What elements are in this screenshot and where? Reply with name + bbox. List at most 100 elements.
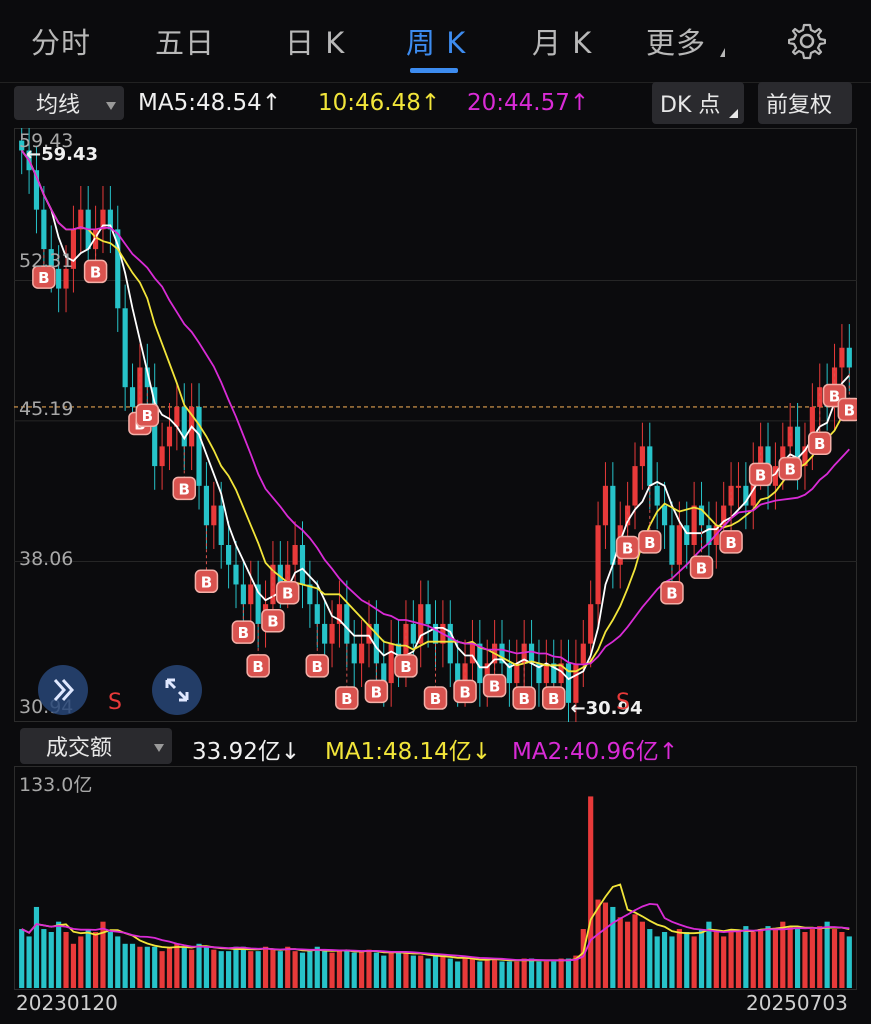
candle-body (543, 663, 549, 684)
tab-weekly-k[interactable]: 周 K (406, 20, 466, 62)
volume-chart[interactable] (14, 766, 857, 990)
volume-bar (551, 961, 557, 988)
volume-bar (366, 949, 372, 988)
volume-bar (63, 932, 69, 988)
volume-bar (70, 943, 77, 988)
buy-signal-label: B (644, 534, 655, 552)
volume-bar (750, 932, 756, 988)
buy-signal-label: B (430, 690, 441, 708)
tab-five-day[interactable]: 五日 (155, 20, 215, 62)
fullscreen-button[interactable] (152, 665, 202, 715)
volume-bar (462, 958, 468, 988)
candle-body (122, 308, 128, 388)
volume-bar (115, 936, 121, 988)
volume-bar (181, 946, 187, 988)
end-date-label: 20250703 (746, 991, 848, 1015)
ma10-readout: 10:46.48↑ (318, 90, 441, 116)
volume-bar (698, 929, 705, 988)
volume-bar (514, 961, 520, 988)
buy-signal-label: B (696, 559, 707, 577)
expand-right-button[interactable] (38, 665, 88, 715)
tab-intraday[interactable]: 分时 (31, 20, 91, 62)
volume-bar (654, 936, 660, 988)
volume-bar (255, 951, 261, 988)
volume-bar (780, 921, 786, 988)
volume-bar (588, 796, 594, 988)
volume-bar (122, 943, 128, 988)
volume-bar (787, 926, 793, 988)
candle-body (602, 485, 609, 526)
volume-bar (56, 921, 62, 988)
volume-bar (809, 929, 815, 988)
buy-signal-label: B (341, 690, 352, 708)
volume-bar (26, 936, 32, 988)
candle-body (632, 466, 638, 506)
volume-bar (772, 929, 778, 988)
volume-bar (558, 958, 564, 988)
volume-bar (226, 951, 232, 988)
volume-bar (336, 951, 343, 988)
more-dropdown-icon (720, 48, 725, 57)
volume-bar (418, 955, 424, 988)
volume-bar (691, 936, 697, 988)
tab-daily-k[interactable]: 日 K (285, 20, 345, 62)
active-tab-indicator (410, 68, 458, 73)
buy-signal-label: B (518, 690, 529, 708)
volume-bar (33, 906, 40, 988)
ma5-readout: MA5:48.54↑ (138, 90, 282, 116)
candlestick-chart[interactable]: ←59.43←30.94B BBBBBBBBBB BBB B BB BB BBBBB BBBB… (14, 128, 857, 722)
volume-bar (728, 929, 734, 988)
settings-gear-icon[interactable] (788, 22, 826, 60)
volume-bar (203, 946, 210, 988)
candle-body (432, 623, 439, 644)
buy-signal-label: B (142, 407, 153, 425)
forward-adjust-button[interactable]: 前复权 (758, 82, 852, 124)
volume-bar (676, 929, 682, 988)
sell-signal-1: S (108, 690, 122, 715)
candle-body (211, 505, 217, 526)
candle-body (654, 485, 660, 506)
volume-bar (455, 961, 461, 988)
volume-bar (565, 958, 572, 988)
volume-indicator-label: 成交额 (46, 736, 113, 761)
candle-body (248, 584, 254, 605)
volume-bar (403, 952, 409, 988)
ma20-readout: 20:44.57↑ (467, 90, 590, 116)
volume-bar (477, 961, 483, 988)
buy-signal-label: B (252, 658, 263, 676)
volume-bar (528, 958, 535, 988)
volume-bar (632, 914, 638, 988)
candle-body (388, 643, 394, 684)
buy-signal-label: B (238, 624, 249, 642)
dk-point-button[interactable]: DK 点 (652, 82, 744, 124)
candle-body (735, 485, 742, 488)
buy-signal-label: B (622, 540, 633, 558)
candle-body (181, 406, 187, 447)
volume-bar (351, 952, 357, 988)
candle-body (233, 564, 239, 585)
buy-signal-label: B (814, 435, 825, 453)
candle-body (639, 446, 645, 467)
volume-ma2-readout: MA2:40.96亿↑ (512, 739, 679, 765)
chevron-down-icon (154, 744, 164, 752)
candle-body (595, 525, 601, 605)
volume-readout: 33.92亿↓ (192, 739, 301, 765)
volume-bar (410, 955, 416, 988)
volume-bar (395, 951, 402, 988)
candle-body (292, 545, 298, 565)
tab-monthly-k[interactable]: 月 K (532, 20, 592, 62)
ma-indicator-select[interactable]: 均线 (14, 86, 124, 120)
buy-signal-label: B (666, 585, 677, 603)
buy-signal-label: B (312, 658, 323, 676)
volume-indicator-select[interactable]: 成交额 (20, 728, 172, 764)
candle-body (588, 604, 594, 644)
volume-bar (211, 949, 217, 988)
volume-bar (639, 921, 645, 988)
tab-more[interactable]: 更多 (646, 20, 706, 62)
candle-body (573, 663, 579, 703)
volume-bar (248, 951, 254, 988)
candle-body (425, 604, 431, 624)
buy-signal-label: B (201, 573, 212, 591)
volume-bar (373, 952, 379, 988)
volume-bar (299, 952, 306, 988)
